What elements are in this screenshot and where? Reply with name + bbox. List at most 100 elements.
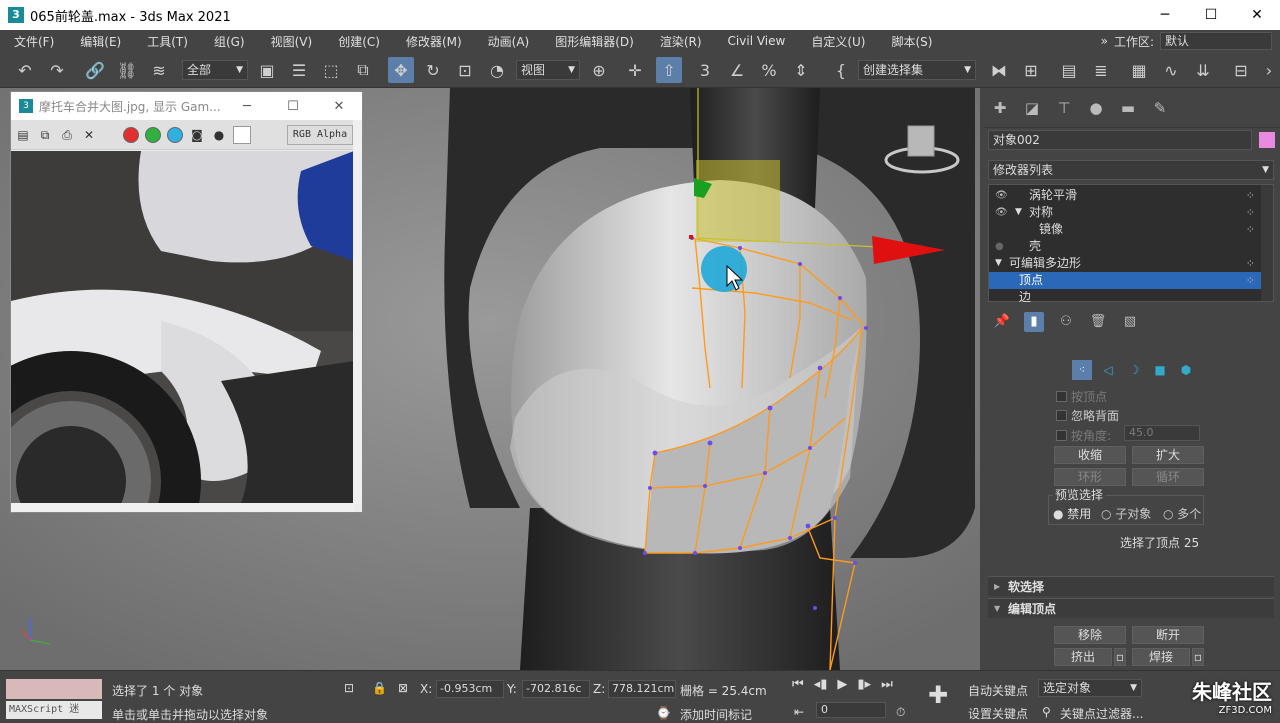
border-mode-icon[interactable]: ☽ [1124,360,1144,380]
menu-customize[interactable]: 自定义(U) [797,33,877,50]
key-filters-icon[interactable]: ⚲ [1042,705,1051,719]
render-setup-icon[interactable]: › [1260,57,1278,83]
maximize-button[interactable]: ☐ [1188,0,1234,30]
scene-explorer-icon[interactable]: ▤ [1056,57,1082,83]
menu-edit[interactable]: 编辑(E) [66,33,133,50]
selected-object-dropdown[interactable]: 选定对象 ▼ [1038,679,1142,697]
object-name-field[interactable]: 对象002 [988,130,1252,150]
hierarchy-tab-icon[interactable]: ⊤ [1054,98,1074,118]
menu-civil-view[interactable]: Civil View [714,34,798,48]
image-vertical-scrollbar[interactable] [353,120,362,504]
vertex-mode-icon[interactable]: ⁖ [1072,360,1092,380]
reference-coord-dropdown[interactable]: 视图 ▼ [516,60,580,80]
shrink-button[interactable]: 收缩 [1054,446,1126,464]
modifier-stack[interactable]: 👁 涡轮平滑 ⁘ 👁 ▼ 对称 ⁘ 镜像 ⁘ ● 壳 ▼ 可编辑多边形 ⁘ 顶点 ⁘ 边 [988,184,1274,302]
minimize-button[interactable]: ─ [1142,0,1188,30]
eye-icon[interactable]: 👁 [995,204,1008,221]
undo-icon[interactable]: ↶ [12,57,38,83]
ring-button[interactable]: 环形 [1054,468,1126,486]
unlink-icon[interactable]: ⛓ [114,57,140,83]
menu-tools[interactable]: 工具(T) [133,33,200,50]
move-icon[interactable]: ✥ [388,57,414,83]
maxscript-input[interactable]: MAXScript 迷 [6,701,102,719]
extrude-button[interactable]: 挤出 [1054,648,1112,666]
maxscript-listener-pink[interactable] [6,679,102,699]
snaps-toggle-icon[interactable]: 3 [692,57,718,83]
motion-tab-icon[interactable]: ● [1086,98,1106,118]
layer-explorer-icon[interactable]: ≣ [1088,57,1114,83]
loop-button[interactable]: 循环 [1132,468,1204,486]
edit-named-selection-icon[interactable]: { [828,57,854,83]
clear-icon[interactable]: ✕ [81,127,97,143]
weld-settings-icon[interactable]: ▫ [1192,648,1204,666]
extrude-settings-icon[interactable]: ▫ [1114,648,1126,666]
weld-button[interactable]: 焊接 [1132,648,1190,666]
stack-item[interactable]: 镜像 ⁘ [989,221,1261,238]
preview-multiple-radio[interactable]: ○ 多个 [1163,505,1201,522]
menu-animation[interactable]: 动画(A) [474,33,542,50]
stack-item-selected[interactable]: 顶点 ⁘ [989,272,1261,289]
red-channel-toggle[interactable] [123,126,139,143]
add-time-tag-text[interactable]: 添加时间标记 [680,706,752,723]
close-button[interactable]: ✕ [1234,0,1280,30]
break-button[interactable]: 断开 [1132,626,1204,644]
save-icon[interactable]: ▤ [15,127,31,143]
image-minimize-button[interactable]: ─ [224,92,270,120]
y-coordinate-field[interactable]: -702.816c [522,680,590,698]
time-config-icon[interactable]: ⏱ [896,705,905,720]
place-icon[interactable]: ◔ [484,57,510,83]
angle-spinner[interactable]: 45.0 [1124,425,1200,441]
channel-display-dropdown[interactable]: RGB Alpha [287,124,353,145]
edge-mode-icon[interactable]: ◁ [1098,360,1118,380]
image-close-button[interactable]: ✕ [316,92,362,120]
current-frame-field[interactable]: 0 [816,702,886,718]
prev-frame-icon[interactable]: ◂▮ [814,677,828,692]
menu-group[interactable]: 组(G) [200,33,257,50]
eye-icon[interactable]: ● [995,238,1004,255]
background-swatch[interactable] [233,125,251,144]
element-mode-icon[interactable]: ⬢ [1176,360,1196,380]
menu-rendering[interactable]: 渲染(R) [646,33,714,50]
display-tab-icon[interactable]: ▬ [1118,98,1138,118]
mirror-icon[interactable]: ⧓ [986,57,1012,83]
curve-editor-icon[interactable]: ∿ [1158,57,1184,83]
modify-tab-icon[interactable]: ◪ [1022,98,1042,118]
menu-modifiers[interactable]: 修改器(M) [392,33,474,50]
stack-item[interactable]: 👁 ▼ 对称 ⁘ [989,204,1261,221]
show-end-result-icon[interactable]: ▮ [1024,312,1044,332]
pin-stack-icon[interactable]: 📌 [992,312,1012,332]
named-selection-dropdown[interactable]: 创建选择集 ▼ [858,60,976,80]
soft-selection-title[interactable]: 软选择 [988,576,1274,597]
key-mode-icon[interactable]: ⇤ [794,705,804,719]
copy-icon[interactable]: ⧉ [37,127,53,143]
preview-subobject-radio[interactable]: ○ 子对象 [1101,505,1151,522]
go-to-start-icon[interactable]: ⏮ [792,677,804,692]
x-coordinate-field[interactable]: -0.953cm [436,680,504,698]
material-editor-icon[interactable]: ⊟ [1228,57,1254,83]
expand-icon[interactable]: ▼ [995,255,1002,272]
image-maximize-button[interactable]: ☐ [270,92,316,120]
align-icon[interactable]: ⊞ [1018,57,1044,83]
edit-vertices-title[interactable]: 编辑顶点 [988,598,1274,619]
angle-snap-icon[interactable]: ∠ [724,57,750,83]
lock-icon[interactable]: 🔒 [372,681,387,695]
select-manipulate-icon[interactable]: ✛ [622,57,648,83]
percent-snap-icon[interactable]: % [756,57,782,83]
image-horizontal-scrollbar[interactable] [11,503,354,512]
z-coordinate-field[interactable]: 778.121cm [608,680,676,698]
alpha-channel-icon[interactable]: ◙ [189,127,205,143]
chevron-icon[interactable]: » [1101,34,1108,48]
rotate-icon[interactable]: ↻ [420,57,446,83]
link-icon[interactable]: 🔗 [82,57,108,83]
select-object-icon[interactable]: ▣ [254,57,280,83]
key-filters-button[interactable]: 关键点过滤器... [1060,705,1143,722]
by-vertex-checkbox[interactable]: 按顶点 [1056,388,1107,405]
configure-sets-icon[interactable]: ▧ [1120,312,1140,332]
scale-icon[interactable]: ⊡ [452,57,478,83]
remove-modifier-icon[interactable]: 🗑 [1088,312,1108,332]
preview-off-radio[interactable]: ● 禁用 [1053,505,1091,522]
select-by-name-icon[interactable]: ☰ [286,57,312,83]
time-tag-icon[interactable]: ⌚ [656,706,671,720]
polygon-mode-icon[interactable]: ■ [1150,360,1170,380]
green-channel-toggle[interactable] [145,126,161,143]
